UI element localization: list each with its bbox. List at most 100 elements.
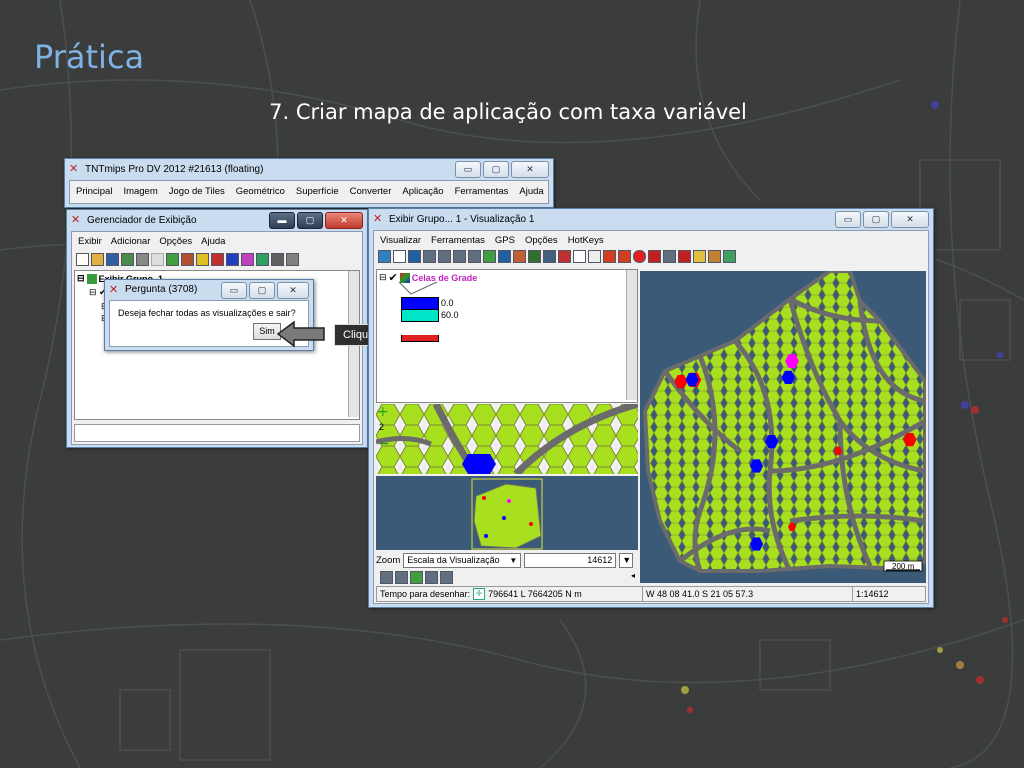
menu-ajuda[interactable]: Ajuda (201, 236, 225, 247)
zoom-out-icon[interactable] (453, 250, 466, 263)
full-view-icon[interactable] (393, 250, 406, 263)
dialog-message: Deseja fechar todas as visualizações e s… (118, 308, 296, 318)
menu-opcoes[interactable]: Opções (525, 235, 558, 246)
menu-converter[interactable]: Converter (350, 186, 392, 197)
menu-jogo-de-tiles[interactable]: Jogo de Tiles (169, 186, 225, 197)
menu-principal[interactable]: Principal (76, 186, 112, 197)
menu-opcoes[interactable]: Opções (159, 236, 192, 247)
tin-icon[interactable] (241, 253, 254, 266)
menu-adicionar[interactable]: Adicionar (111, 236, 151, 247)
stop-icon[interactable] (633, 250, 646, 263)
grid-icon[interactable] (256, 253, 269, 266)
raster-icon[interactable] (181, 253, 194, 266)
locator-detail-view[interactable]: 2 + − (376, 404, 638, 474)
measure-icon[interactable] (513, 250, 526, 263)
scale-icon[interactable] (573, 250, 586, 263)
menu-ferramentas[interactable]: Ferramentas (455, 186, 509, 197)
gps-icon[interactable] (543, 250, 556, 263)
database-icon[interactable] (271, 253, 284, 266)
pencil-icon[interactable] (693, 250, 706, 263)
map-coordinates: 796641 L 7664205 N m (488, 589, 582, 599)
legend-vertical-scrollbar[interactable] (626, 270, 637, 400)
dropdown-arrow-icon[interactable]: ▼ (509, 554, 517, 567)
export-icon[interactable] (723, 250, 736, 263)
minimize-button[interactable]: ▭ (455, 161, 481, 178)
forward-icon[interactable] (618, 250, 631, 263)
houses-icon[interactable] (151, 253, 164, 266)
menu-aplicacao[interactable]: Aplicação (402, 186, 443, 197)
locate-icon[interactable] (498, 250, 511, 263)
redraw-icon[interactable] (378, 250, 391, 263)
scale-bar-label: 200 m (892, 562, 915, 571)
pan-icon[interactable] (408, 250, 421, 263)
menu-superficie[interactable]: Superfície (296, 186, 339, 197)
minimize-button[interactable]: ▭ (221, 282, 247, 299)
dropdown-arrow-icon[interactable]: ▼ (619, 553, 634, 568)
add-layer-icon[interactable] (558, 250, 571, 263)
shape-icon[interactable] (226, 253, 239, 266)
display-manager-title: Gerenciador de Exibição (87, 214, 197, 226)
back-icon[interactable] (603, 250, 616, 263)
open-folder-icon[interactable] (91, 253, 104, 266)
search-icon[interactable] (395, 571, 408, 584)
crosshair-icon[interactable]: ✛ (473, 588, 486, 600)
menu-ferramentas[interactable]: Ferramentas (431, 235, 485, 246)
close-button[interactable]: ✕ (325, 212, 363, 229)
panel-scroll-left-icon[interactable]: ◂ (631, 571, 635, 580)
maximize-button[interactable]: ▢ (483, 161, 509, 178)
zoom-mode-select[interactable]: Escala da Visualização ▼ (403, 553, 522, 568)
zoom-box-icon[interactable] (423, 250, 436, 263)
close-button[interactable]: ✕ (891, 211, 929, 228)
table-icon[interactable] (286, 253, 299, 266)
vector-icon[interactable] (196, 253, 209, 266)
zoom-in-icon[interactable] (440, 571, 453, 584)
cancel-icon[interactable] (648, 250, 661, 263)
map-icon[interactable] (410, 571, 423, 584)
collapse-icon[interactable]: ⊟ (379, 272, 387, 283)
menu-hotkeys[interactable]: HotKeys (568, 235, 604, 246)
list-icon[interactable] (380, 571, 393, 584)
minimize-button[interactable]: ▬ (269, 212, 295, 229)
zoom-plus-icon[interactable]: + (377, 404, 389, 420)
find-icon[interactable] (663, 250, 676, 263)
binoculars-icon[interactable] (528, 250, 541, 263)
cad-icon[interactable] (211, 253, 224, 266)
properties-icon[interactable] (136, 253, 149, 266)
menu-visualizar[interactable]: Visualizar (380, 235, 421, 246)
view-bottom-toolbar (376, 569, 457, 586)
slide-subtitle: 7. Criar mapa de aplicação com taxa vari… (0, 100, 1024, 124)
status-draw-time: Tempo para desenhar: ✛ 796641 L 7664205 … (377, 587, 643, 601)
select-arrow-icon[interactable] (678, 250, 691, 263)
menu-gps[interactable]: GPS (495, 235, 515, 246)
layer-icon[interactable] (121, 253, 134, 266)
zoom-previous-icon[interactable] (425, 571, 438, 584)
zoom-extent-icon[interactable] (483, 250, 496, 263)
menu-geometrico[interactable]: Geométrico (236, 186, 285, 197)
overview-map[interactable] (376, 476, 638, 550)
close-button[interactable]: ✕ (277, 282, 309, 299)
main-map-canvas[interactable]: 200 m (640, 271, 926, 583)
main-window-controls: ▭ ▢ ✕ (455, 161, 549, 178)
menu-exibir[interactable]: Exibir (78, 236, 102, 247)
zoom-minus-icon[interactable]: − (378, 436, 390, 452)
zoom-in-icon[interactable] (438, 250, 451, 263)
new-icon[interactable] (76, 253, 89, 266)
zoom-value-input[interactable]: 14612 (524, 553, 617, 568)
menu-ajuda[interactable]: Ajuda (519, 186, 543, 197)
zoom-previous-icon[interactable] (468, 250, 481, 263)
north-arrow-icon[interactable] (588, 250, 601, 263)
edit-icon[interactable] (708, 250, 721, 263)
add-layer-icon[interactable] (166, 253, 179, 266)
close-button[interactable]: ✕ (511, 161, 549, 178)
maximize-button[interactable]: ▢ (297, 212, 323, 229)
legend-label-low: 0.0 (441, 298, 454, 308)
slide-subtitle-text: 7. Criar mapa de aplicação com taxa vari… (269, 100, 747, 124)
minimize-button[interactable]: ▭ (835, 211, 861, 228)
map-scale: 1:14612 (856, 589, 889, 599)
maximize-button[interactable]: ▢ (249, 282, 275, 299)
maximize-button[interactable]: ▢ (863, 211, 889, 228)
save-icon[interactable] (106, 253, 119, 266)
main-menu-bar: Principal Imagem Jogo de Tiles Geométric… (69, 180, 549, 204)
collapse-icon[interactable]: ⊟ (77, 273, 85, 284)
menu-imagem[interactable]: Imagem (123, 186, 157, 197)
